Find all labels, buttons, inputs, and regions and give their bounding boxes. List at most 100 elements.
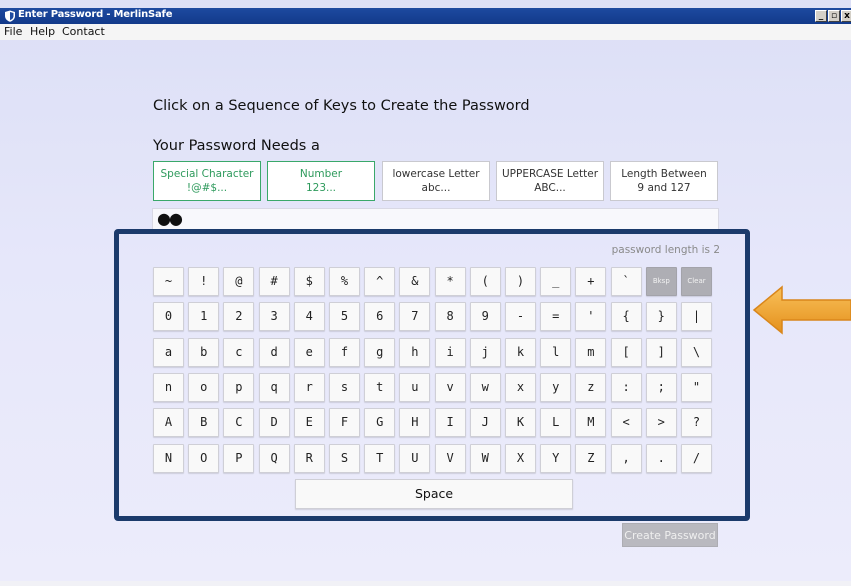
keyboard-key[interactable]: q	[258, 372, 290, 402]
keyboard-key[interactable]: f	[329, 337, 360, 367]
keyboard-key[interactable]: #	[258, 267, 290, 296]
keyboard-key[interactable]: 5	[329, 302, 360, 332]
keyboard-key[interactable]: *	[434, 267, 466, 296]
keyboard-key[interactable]: ,	[610, 443, 642, 473]
keyboard-key[interactable]: 6	[364, 302, 396, 332]
keyboard-key[interactable]: T	[364, 443, 396, 473]
keyboard-key[interactable]: i	[434, 337, 466, 367]
menu-file[interactable]: File	[4, 25, 22, 38]
menu-contact[interactable]: Contact	[62, 25, 105, 38]
keyboard-key[interactable]: L	[540, 408, 572, 438]
keyboard-key[interactable]: ;	[645, 372, 677, 402]
keyboard-key[interactable]: m	[575, 337, 607, 367]
keyboard-key[interactable]: 3	[258, 302, 290, 332]
keyboard-key[interactable]: -	[505, 302, 536, 332]
keyboard-key[interactable]: O	[188, 443, 220, 473]
menu-help[interactable]: Help	[30, 25, 55, 38]
close-button[interactable]: x	[841, 10, 851, 22]
keyboard-key[interactable]: d	[258, 337, 290, 367]
keyboard-key[interactable]: s	[329, 372, 360, 402]
keyboard-key[interactable]: Z	[575, 443, 607, 473]
keyboard-key[interactable]: \	[681, 337, 712, 367]
keyboard-key[interactable]: ~	[153, 267, 184, 296]
keyboard-key[interactable]: =	[540, 302, 572, 332]
keyboard-key[interactable]: M	[575, 408, 607, 438]
keyboard-key[interactable]: r	[293, 372, 325, 402]
keyboard-key[interactable]: P	[223, 443, 255, 473]
keyboard-key[interactable]: u	[399, 372, 431, 402]
bksp-key[interactable]: Bksp	[645, 267, 677, 296]
keyboard-key[interactable]: {	[610, 302, 642, 332]
keyboard-key[interactable]: @	[223, 267, 255, 296]
keyboard-key[interactable]: w	[469, 372, 501, 402]
keyboard-key[interactable]: A	[153, 408, 184, 438]
keyboard-key[interactable]: c	[223, 337, 255, 367]
keyboard-key[interactable]: >	[645, 408, 677, 438]
keyboard-key[interactable]: &	[399, 267, 431, 296]
maximize-button[interactable]: ▫	[828, 10, 840, 22]
keyboard-key[interactable]: E	[293, 408, 325, 438]
keyboard-key[interactable]: (	[469, 267, 501, 296]
keyboard-key[interactable]: y	[540, 372, 572, 402]
keyboard-key[interactable]: t	[364, 372, 396, 402]
keyboard-key[interactable]: /	[681, 443, 712, 473]
keyboard-key[interactable]: j	[469, 337, 501, 367]
keyboard-key[interactable]: }	[645, 302, 677, 332]
keyboard-key[interactable]: R	[293, 443, 325, 473]
keyboard-key[interactable]: B	[188, 408, 220, 438]
keyboard-key[interactable]: V	[434, 443, 466, 473]
keyboard-key[interactable]: '	[575, 302, 607, 332]
keyboard-key[interactable]: F	[329, 408, 360, 438]
keyboard-key[interactable]: :	[610, 372, 642, 402]
keyboard-key[interactable]: X	[505, 443, 536, 473]
keyboard-key[interactable]: x	[505, 372, 536, 402]
keyboard-key[interactable]: W	[469, 443, 501, 473]
keyboard-key[interactable]: p	[223, 372, 255, 402]
keyboard-key[interactable]: C	[223, 408, 255, 438]
keyboard-key[interactable]: 1	[188, 302, 220, 332]
keyboard-key[interactable]: 4	[293, 302, 325, 332]
keyboard-key[interactable]: a	[153, 337, 184, 367]
space-key[interactable]: Space	[295, 479, 573, 509]
keyboard-key[interactable]: !	[188, 267, 220, 296]
keyboard-key[interactable]: G	[364, 408, 396, 438]
keyboard-key[interactable]: K	[505, 408, 536, 438]
keyboard-key[interactable]: |	[681, 302, 712, 332]
keyboard-key[interactable]: Y	[540, 443, 572, 473]
keyboard-key[interactable]: %	[329, 267, 360, 296]
keyboard-key[interactable]: g	[364, 337, 396, 367]
keyboard-key[interactable]: k	[505, 337, 536, 367]
keyboard-key[interactable]: b	[188, 337, 220, 367]
keyboard-key[interactable]: `	[610, 267, 642, 296]
keyboard-key[interactable]: n	[153, 372, 184, 402]
minimize-button[interactable]: _	[815, 10, 827, 22]
keyboard-key[interactable]: N	[153, 443, 184, 473]
keyboard-key[interactable]: J	[469, 408, 501, 438]
keyboard-key[interactable]: "	[681, 372, 712, 402]
keyboard-key[interactable]: 7	[399, 302, 431, 332]
keyboard-key[interactable]: 9	[469, 302, 501, 332]
create-password-button[interactable]: Create Password	[622, 523, 718, 547]
keyboard-key[interactable]: v	[434, 372, 466, 402]
keyboard-key[interactable]: U	[399, 443, 431, 473]
keyboard-key[interactable]: [	[610, 337, 642, 367]
keyboard-key[interactable]: 2	[223, 302, 255, 332]
keyboard-key[interactable]: ?	[681, 408, 712, 438]
keyboard-key[interactable]: H	[399, 408, 431, 438]
keyboard-key[interactable]: z	[575, 372, 607, 402]
keyboard-key[interactable]: $	[293, 267, 325, 296]
keyboard-key[interactable]: ]	[645, 337, 677, 367]
keyboard-key[interactable]: _	[540, 267, 572, 296]
keyboard-key[interactable]: I	[434, 408, 466, 438]
keyboard-key[interactable]: o	[188, 372, 220, 402]
keyboard-key[interactable]: 8	[434, 302, 466, 332]
keyboard-key[interactable]: .	[645, 443, 677, 473]
keyboard-key[interactable]: ^	[364, 267, 396, 296]
keyboard-key[interactable]: 0	[153, 302, 184, 332]
keyboard-key[interactable]: h	[399, 337, 431, 367]
clear-key[interactable]: Clear	[681, 267, 712, 296]
keyboard-key[interactable]: D	[258, 408, 290, 438]
keyboard-key[interactable]: Q	[258, 443, 290, 473]
keyboard-key[interactable]: <	[610, 408, 642, 438]
keyboard-key[interactable]: )	[505, 267, 536, 296]
